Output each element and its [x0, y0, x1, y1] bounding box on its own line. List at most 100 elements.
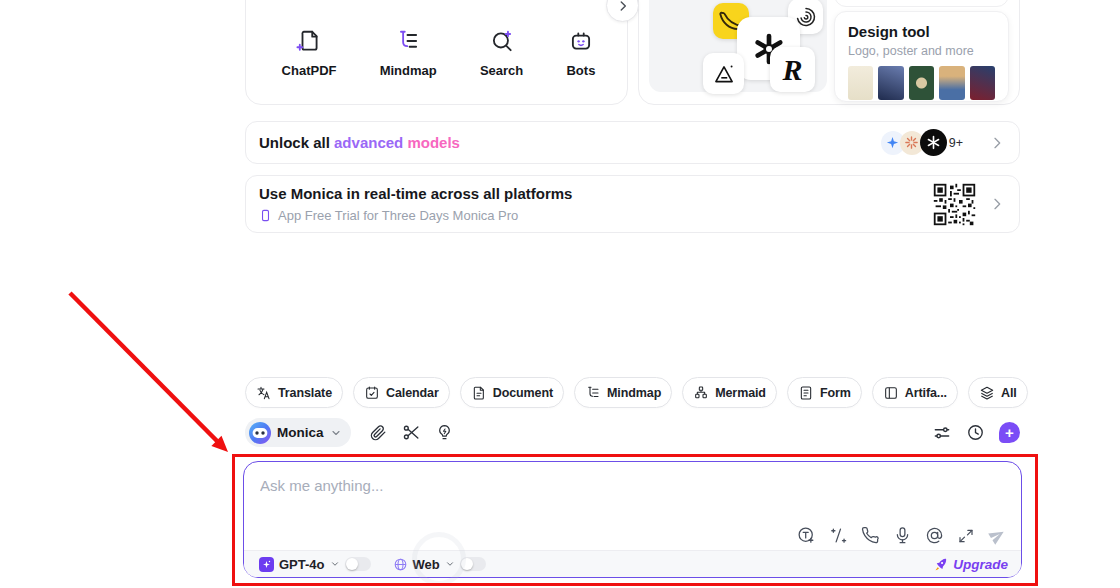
design-thumb — [909, 66, 934, 100]
plus-icon: + — [1005, 425, 1014, 440]
phone-icon — [861, 526, 880, 545]
composer-bottom-bar: GPT-4o Web Upgrade — [244, 550, 1021, 577]
design-thumb — [970, 66, 995, 100]
inspiration-button[interactable] — [435, 423, 454, 442]
call-button[interactable] — [861, 526, 880, 545]
unlock-text: Unlock all advanced models — [259, 134, 460, 151]
mention-button[interactable] — [925, 526, 944, 545]
platform-row[interactable]: Use Monica in real-time across all platf… — [245, 175, 1020, 233]
chevron-down-icon — [330, 427, 342, 439]
pill-mindmap[interactable]: Mindmap — [574, 377, 672, 408]
history-button[interactable] — [966, 423, 985, 442]
upgrade-button[interactable]: Upgrade — [933, 557, 1008, 572]
settings-button[interactable] — [932, 423, 952, 443]
feature-chatpdf[interactable]: ChatPDF — [282, 28, 337, 78]
feature-card: ChatPDF Mindmap Search — [245, 0, 628, 105]
model-icons-group: 9+ — [881, 129, 963, 156]
expand-button[interactable] — [957, 527, 975, 545]
apps-card: R Design tool Logo, poster and more — [638, 0, 1020, 105]
document-icon — [471, 385, 487, 401]
scissors-icon — [402, 423, 421, 442]
model-toggle[interactable] — [345, 557, 371, 571]
globe-icon — [393, 557, 408, 572]
text-style-button[interactable] — [797, 526, 816, 545]
models-count-badge: 9+ — [949, 136, 963, 150]
feature-label: Search — [480, 63, 523, 78]
platform-texts: Use Monica in real-time across all platf… — [259, 185, 572, 223]
monica-home-screen: ChatPDF Mindmap Search — [0, 0, 1120, 588]
web-toggle[interactable] — [460, 557, 486, 571]
artifact-icon — [883, 385, 899, 401]
pill-calendar[interactable]: Calendar — [353, 377, 450, 408]
pill-label: Mindmap — [607, 386, 661, 400]
mindmap-icon — [395, 28, 421, 54]
voice-button[interactable] — [893, 526, 912, 545]
send-button[interactable] — [988, 526, 1007, 545]
feature-bots[interactable]: Bots — [566, 28, 595, 78]
layers-icon — [979, 385, 995, 401]
send-icon — [988, 526, 1007, 545]
monica-avatar — [249, 422, 271, 444]
mermaid-icon — [693, 385, 709, 401]
rocket-icon — [933, 557, 948, 572]
chevron-down-icon — [445, 559, 455, 569]
pill-document[interactable]: Document — [460, 377, 564, 408]
clock-icon — [966, 423, 985, 442]
text-size-icon — [797, 526, 816, 545]
design-tool-card[interactable]: Design tool Logo, poster and more — [834, 11, 1009, 102]
web-access-selector[interactable]: Web — [393, 557, 455, 572]
assistant-selector[interactable]: Monica — [245, 418, 351, 447]
platform-title: Use Monica in real-time across all platf… — [259, 185, 572, 202]
chatpdf-icon — [296, 28, 322, 54]
ai-apps-cluster[interactable]: R — [649, 0, 827, 92]
qr-code — [932, 182, 977, 227]
feature-label: ChatPDF — [282, 63, 337, 78]
r-logo-icon: R — [770, 47, 815, 92]
prompt-slash-icon — [829, 526, 848, 545]
assistant-toolbar: Monica + — [245, 418, 1020, 447]
chevron-right-icon — [989, 196, 1005, 212]
assistant-name: Monica — [277, 425, 324, 440]
prompts-button[interactable] — [829, 526, 848, 545]
design-thumb — [848, 66, 873, 100]
chevron-right-icon — [989, 135, 1005, 151]
attach-button[interactable] — [369, 423, 388, 442]
pill-label: Mermaid — [715, 386, 766, 400]
platform-subtitle: App Free Trial for Three Days Monica Pro — [278, 208, 518, 223]
card-above-design — [834, 0, 1009, 7]
mindmap-icon — [585, 385, 601, 401]
composer-settings: + — [932, 422, 1020, 443]
pill-label: Artifa... — [905, 386, 947, 400]
ask-input[interactable] — [260, 473, 780, 497]
pill-label: Document — [493, 386, 553, 400]
sliders-icon — [932, 423, 952, 443]
platform-subtitle-row: App Free Trial for Three Days Monica Pro — [259, 208, 572, 223]
triangle-icon — [703, 53, 744, 94]
composer-icon-row — [797, 526, 1007, 545]
pill-artifacts[interactable]: Artifa... — [872, 377, 958, 408]
web-label: Web — [413, 557, 440, 572]
unlock-models-row[interactable]: Unlock all advanced models 9+ — [245, 121, 1020, 164]
translate-icon — [256, 385, 272, 401]
design-thumb — [878, 66, 903, 100]
model-name: GPT-4o — [279, 557, 325, 572]
feature-search[interactable]: Search — [480, 28, 523, 78]
monica-bubble-button[interactable]: + — [999, 422, 1020, 443]
chevron-down-icon — [330, 559, 340, 569]
design-tool-title: Design tool — [848, 23, 995, 40]
pill-translate[interactable]: Translate — [245, 377, 343, 408]
feature-label: Bots — [566, 63, 595, 78]
pill-all[interactable]: All — [968, 377, 1028, 408]
form-icon — [798, 385, 814, 401]
pill-mermaid[interactable]: Mermaid — [682, 377, 777, 408]
at-sign-icon — [925, 526, 944, 545]
feature-mindmap[interactable]: Mindmap — [380, 28, 437, 78]
snip-button[interactable] — [402, 423, 421, 442]
model-selector[interactable]: GPT-4o — [259, 557, 340, 572]
expand-icon — [957, 527, 975, 545]
platform-right — [932, 182, 1005, 227]
pill-label: Translate — [278, 386, 332, 400]
skill-pill-row: Translate Calendar Document Mindmap Merm… — [245, 377, 1020, 408]
pill-form[interactable]: Form — [787, 377, 862, 408]
pill-label: Calendar — [386, 386, 439, 400]
